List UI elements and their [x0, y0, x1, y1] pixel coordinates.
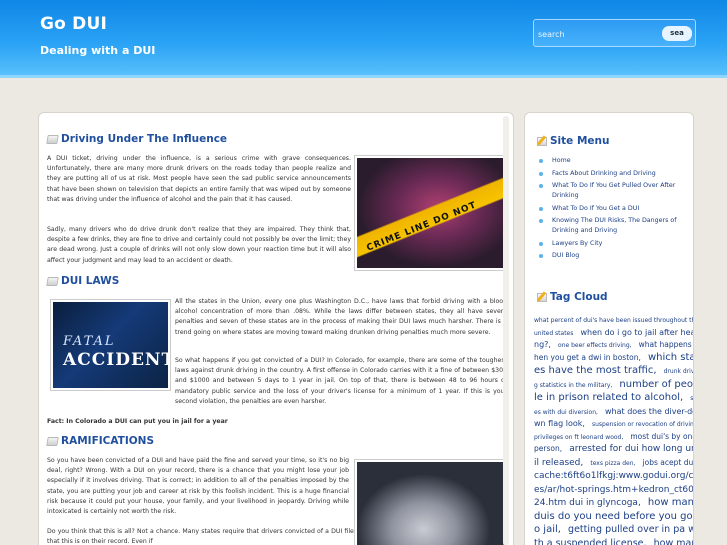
- pencil-icon: [537, 136, 547, 146]
- main-content: Driving Under The Influence A DUI ticket…: [38, 112, 514, 545]
- site-title[interactable]: Go DUI: [40, 14, 107, 34]
- site-menu-list: Home Facts About Drinking and Driving What…: [537, 156, 687, 264]
- document-icon: [46, 436, 59, 446]
- document-icon: [46, 276, 59, 286]
- tag-cloud: what percent of dui's have been issued t…: [534, 312, 693, 545]
- police-stop-image: [355, 460, 507, 545]
- menu-item[interactable]: Facts About Drinking and Driving: [537, 169, 687, 179]
- search-box: sea: [533, 19, 696, 47]
- document-icon: [46, 134, 59, 144]
- menu-item[interactable]: What To Do If You Get Pulled Over After …: [537, 181, 687, 201]
- menu-item[interactable]: Lawyers By City: [537, 239, 687, 249]
- tag-cloud-title: Tag Cloud: [537, 291, 608, 303]
- site-menu-title: Site Menu: [537, 135, 609, 147]
- fatal-text: FATAL: [63, 334, 116, 349]
- site-header: Go DUI Dealing with a DUI sea: [0, 0, 727, 78]
- menu-item[interactable]: DUI Blog: [537, 251, 687, 261]
- search-input[interactable]: [538, 26, 658, 42]
- menu-item[interactable]: Knowing The DUI Risks, The Dangers of Dr…: [537, 216, 687, 236]
- tag-cloud-title-text: Tag Cloud: [550, 291, 608, 303]
- section-title-driving: Driving Under The Influence: [46, 133, 228, 145]
- search-button[interactable]: sea: [662, 26, 692, 41]
- tag-link[interactable]: texs pizza den,: [590, 460, 635, 467]
- section-title-text: Driving Under The Influence: [61, 133, 228, 145]
- fatal-accident-image: FATAL ACCIDENT: [51, 300, 170, 390]
- section-title-dui-laws: DUI LAWS: [46, 275, 120, 287]
- paragraph: A DUI ticket, driving under the influenc…: [47, 155, 351, 203]
- section-title-ramifications: RAMIFICATIONS: [46, 435, 155, 447]
- pencil-icon: [537, 292, 547, 302]
- menu-item[interactable]: What To Do If You Get a DUI: [537, 204, 687, 214]
- paragraph: All the states in the Union, every one p…: [175, 298, 507, 336]
- menu-item[interactable]: Home: [537, 156, 687, 166]
- section-title-text: DUI LAWS: [61, 275, 120, 287]
- tag-link[interactable]: one beer effects driving,: [558, 342, 632, 349]
- tag-link[interactable]: jobs acept dui,: [643, 458, 693, 467]
- site-menu-title-text: Site Menu: [550, 135, 610, 147]
- paragraph: So what happens if you get convicted of …: [175, 357, 507, 405]
- site-tagline: Dealing with a DUI: [40, 44, 156, 57]
- crime-line-text: CRIME LINE DO NOT: [365, 200, 479, 254]
- crashed-car-image: CRIME LINE DO NOT: [355, 156, 507, 270]
- content-scrollbar[interactable]: [503, 116, 509, 545]
- paragraph: Sadly, many drivers who do drive drunk d…: [47, 226, 351, 264]
- section-title-text: RAMIFICATIONS: [61, 435, 155, 447]
- fact-text: Fact: In Colorado a DUI can put you in j…: [47, 418, 228, 425]
- sidebar: Site Menu Home Facts About Drinking and D…: [524, 112, 694, 545]
- paragraph: So you have been convicted of a DUI and …: [47, 457, 349, 516]
- accident-text: ACCIDENT: [63, 350, 170, 370]
